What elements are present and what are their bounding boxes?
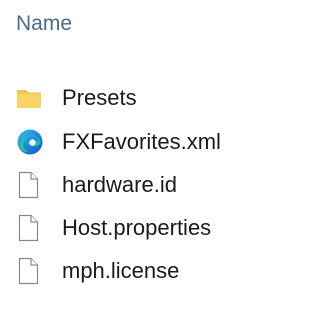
list-item-hardware-id[interactable]: hardware.id: [16, 168, 256, 202]
list-item-fxfavorites[interactable]: FXFavorites.xml: [16, 125, 256, 159]
list-item-label: hardware.id: [62, 172, 177, 197]
list-item-label: mph.license: [62, 258, 180, 283]
generic-file-icon: [16, 256, 44, 286]
file-list: Name Presets FXFavorites.xml hardware.id…: [0, 0, 260, 316]
list-item-label: FXFavorites.xml: [62, 129, 221, 154]
generic-file-icon: [16, 213, 44, 243]
edge-browser-icon: [16, 127, 44, 157]
list-item-host-properties[interactable]: Host.properties: [16, 211, 256, 245]
list-item-label: Presets: [62, 85, 137, 110]
folder-icon: [16, 83, 44, 113]
name-column-header[interactable]: Name: [16, 11, 72, 37]
generic-file-icon: [16, 170, 44, 200]
list-item-presets[interactable]: Presets: [16, 81, 256, 115]
list-item-mph-license[interactable]: mph.license: [16, 254, 256, 288]
list-item-label: Host.properties: [62, 215, 212, 240]
